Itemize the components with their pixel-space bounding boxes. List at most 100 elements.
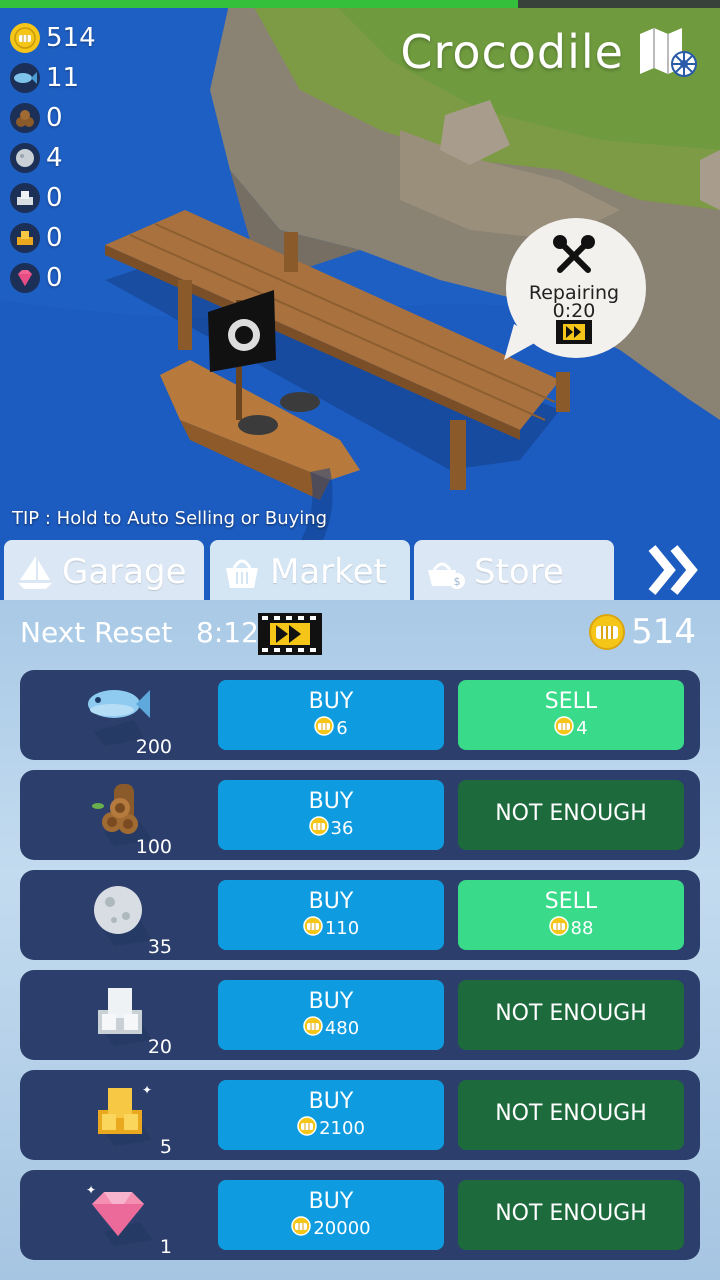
buy-price: 2100 xyxy=(319,1118,365,1139)
game-scene[interactable]: 514 11 0 4 0 0 0 Crocodile Repairing 0:2… xyxy=(0,0,720,600)
tip-text: TIP : Hold to Auto Selling or Buying xyxy=(12,508,328,529)
buy-button-wood[interactable]: BUY 36 xyxy=(218,780,444,850)
buy-price: 110 xyxy=(324,918,360,939)
basket-icon xyxy=(226,559,258,588)
svg-text:✦: ✦ xyxy=(86,1183,96,1197)
shop-basket-icon: $ xyxy=(428,562,465,589)
tab-store[interactable]: $ Store xyxy=(414,540,614,604)
tab-market-label: Market xyxy=(270,552,387,592)
buy-price: 6 xyxy=(336,718,348,739)
item-quantity: 1 xyxy=(159,1236,172,1258)
coin-icon xyxy=(548,916,569,941)
coin-icon xyxy=(554,716,575,741)
not-enough-label: NOT ENOUGH xyxy=(495,1101,647,1126)
resource-coin: 514 xyxy=(10,18,96,58)
svg-text:$: $ xyxy=(454,575,461,588)
gold-icon xyxy=(10,223,40,253)
silver-count: 0 xyxy=(46,183,63,213)
gem-icon: ✦ xyxy=(84,1182,156,1246)
resource-silver: 0 xyxy=(10,178,96,218)
market-row-wood: 100 BUY 36 NOT ENOUGH xyxy=(20,770,700,860)
wood-icon xyxy=(10,103,40,133)
buy-button-fish[interactable]: BUY 6 xyxy=(218,680,444,750)
market-coin-balance: 514 xyxy=(589,612,696,652)
ad-skip-icon[interactable] xyxy=(556,320,592,344)
stone-count: 4 xyxy=(46,143,63,173)
item-quantity: 5 xyxy=(159,1136,172,1158)
sell-price: 4 xyxy=(576,718,588,739)
coin-icon xyxy=(308,816,329,841)
gem-count: 0 xyxy=(46,263,63,293)
not-enough-button-gem[interactable]: NOT ENOUGH xyxy=(458,1180,684,1250)
stone-icon xyxy=(84,882,156,946)
market-row-gem: ✦ 1 BUY 20000 NOT ENOUGH xyxy=(20,1170,700,1260)
sell-label: SELL xyxy=(544,689,598,714)
buy-label: BUY xyxy=(308,989,354,1014)
video-skip-icon[interactable] xyxy=(258,613,322,655)
repair-bubble[interactable]: Repairing 0:20 xyxy=(500,218,648,360)
buy-label: BUY xyxy=(308,1189,354,1214)
sailboat-icon xyxy=(18,556,52,589)
resource-gold: 0 xyxy=(10,218,96,258)
not-enough-button-wood[interactable]: NOT ENOUGH xyxy=(458,780,684,850)
item-quantity: 35 xyxy=(147,936,172,958)
item-quantity: 100 xyxy=(135,836,172,858)
resource-fish: 11 xyxy=(10,58,96,98)
buy-button-stone[interactable]: BUY 110 xyxy=(218,880,444,950)
fish-icon xyxy=(10,63,40,93)
coin-icon xyxy=(303,1016,323,1041)
not-enough-button-silver[interactable]: NOT ENOUGH xyxy=(458,980,684,1050)
sell-button-stone[interactable]: SELL 88 xyxy=(458,880,684,950)
coin-count: 514 xyxy=(46,23,96,53)
resource-wood: 0 xyxy=(10,98,96,138)
buy-price: 36 xyxy=(330,818,354,839)
coin-icon xyxy=(314,716,335,741)
buy-button-gem[interactable]: BUY 20000 xyxy=(218,1180,444,1250)
tab-market[interactable]: Market xyxy=(210,540,410,604)
silver-icon xyxy=(10,183,40,213)
market-row-stone: 35 BUY 110 SELL 88 xyxy=(20,870,700,960)
buy-label: BUY xyxy=(308,1089,354,1114)
next-tab-button[interactable] xyxy=(646,540,702,600)
coin-icon xyxy=(10,23,40,53)
repair-tools-icon xyxy=(553,235,595,273)
coin-icon xyxy=(291,1216,312,1241)
repair-timer: 0:20 xyxy=(552,300,596,322)
buy-price: 480 xyxy=(324,1018,360,1039)
map-button[interactable] xyxy=(638,24,700,80)
buy-button-gold[interactable]: BUY 2100 xyxy=(218,1080,444,1150)
resource-stone: 4 xyxy=(10,138,96,178)
sell-price: 88 xyxy=(570,918,594,939)
next-reset-timer: 8:12 xyxy=(196,616,259,649)
tab-store-label: Store xyxy=(474,552,564,592)
gold-icon: ✦ xyxy=(84,1082,156,1146)
not-enough-button-gold[interactable]: NOT ENOUGH xyxy=(458,1080,684,1150)
coin-icon xyxy=(303,916,323,941)
tab-garage-label: Garage xyxy=(62,552,187,592)
market-coin-count: 514 xyxy=(631,612,696,652)
not-enough-label: NOT ENOUGH xyxy=(495,1201,647,1226)
resource-gem: 0 xyxy=(10,258,96,298)
item-quantity: 200 xyxy=(135,736,172,758)
map-icon xyxy=(640,28,697,77)
sell-button-fish[interactable]: SELL 4 xyxy=(458,680,684,750)
tab-garage[interactable]: Garage xyxy=(4,540,204,604)
buy-label: BUY xyxy=(308,889,354,914)
voyage-progress-fill xyxy=(0,0,519,8)
sell-label: SELL xyxy=(544,889,598,914)
not-enough-label: NOT ENOUGH xyxy=(495,801,647,826)
wood-count: 0 xyxy=(46,103,63,133)
gold-count: 0 xyxy=(46,223,63,253)
buy-label: BUY xyxy=(308,689,354,714)
market-row-silver: 20 BUY 480 NOT ENOUGH xyxy=(20,970,700,1060)
item-quantity: 20 xyxy=(147,1036,172,1058)
silver-icon xyxy=(84,982,156,1046)
resource-list: 514 11 0 4 0 0 0 xyxy=(10,18,96,298)
market-row-gold: ✦ 5 BUY 2100 NOT ENOUGH xyxy=(20,1070,700,1160)
gem-icon xyxy=(10,263,40,293)
next-reset-label: Next Reset xyxy=(20,616,173,649)
market-row-fish: 200 BUY 6 SELL 4 xyxy=(20,670,700,760)
coin-icon xyxy=(589,614,626,650)
double-chevron-right-icon xyxy=(648,545,698,595)
buy-button-silver[interactable]: BUY 480 xyxy=(218,980,444,1050)
